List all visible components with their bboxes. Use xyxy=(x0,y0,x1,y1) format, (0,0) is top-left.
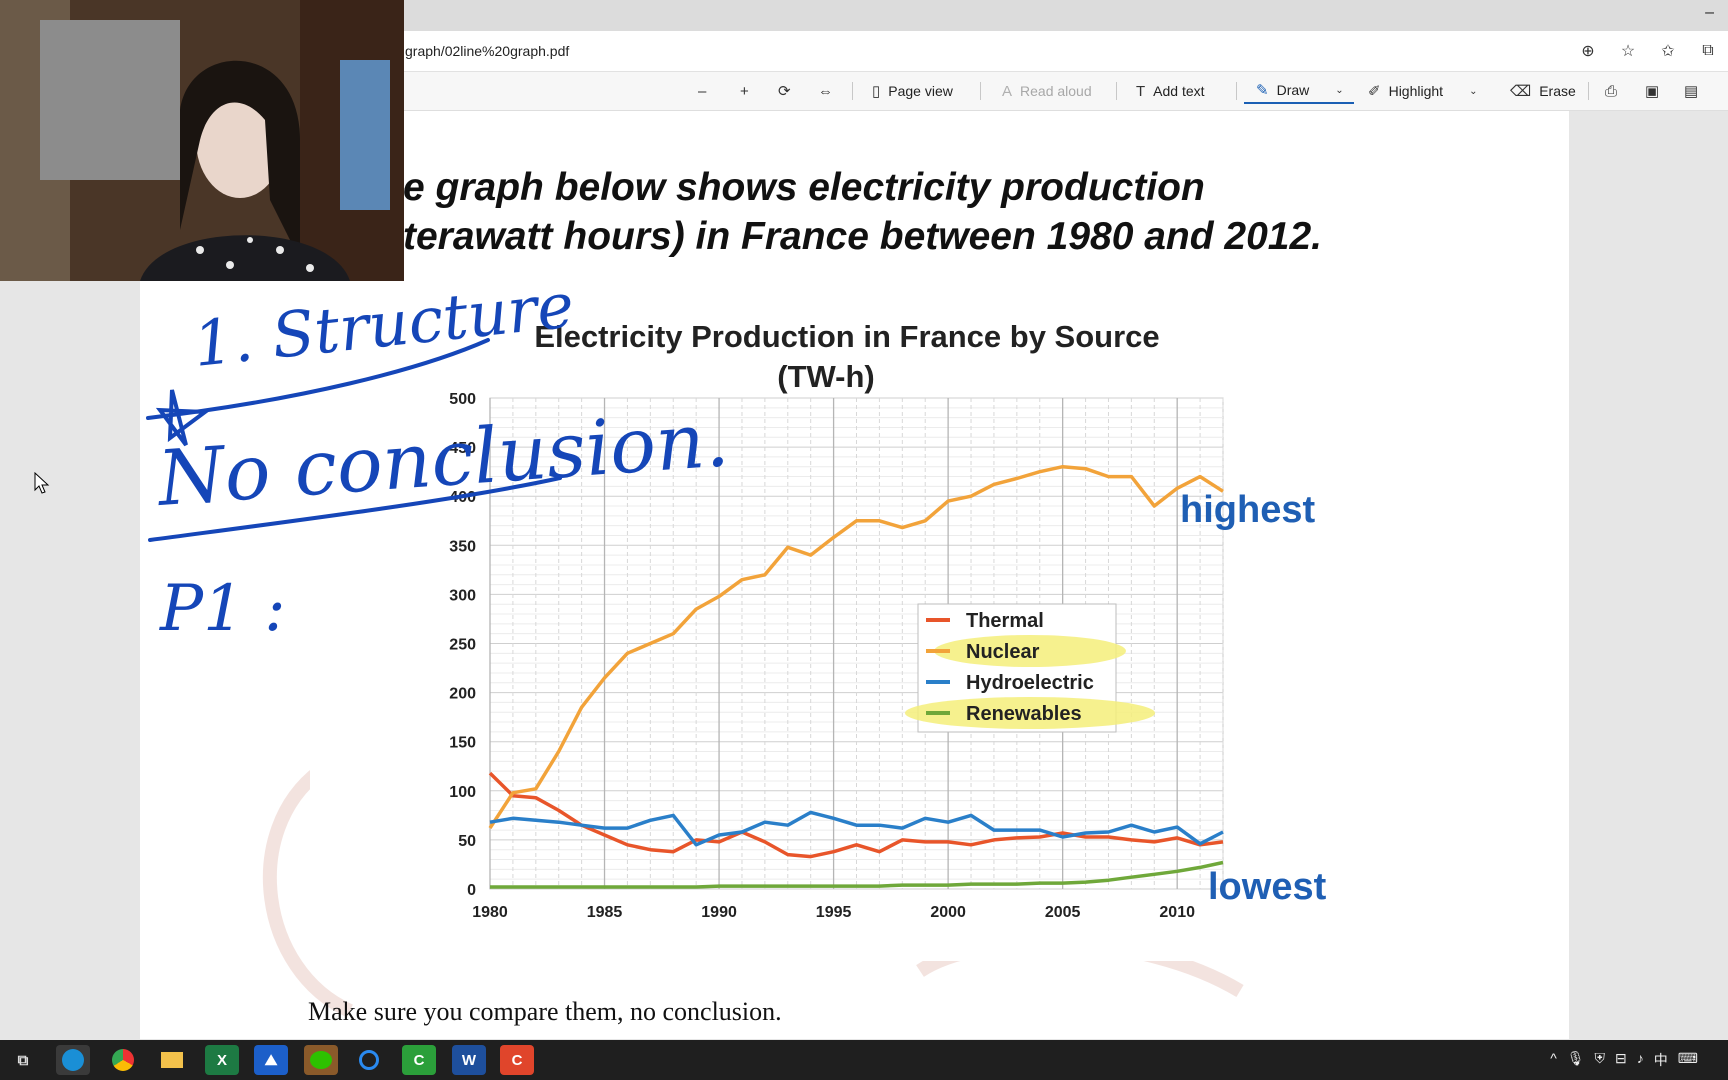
task-view-icon[interactable]: ⧉ xyxy=(6,1045,40,1075)
recorder-icon[interactable]: C xyxy=(500,1045,534,1075)
camtasia-icon[interactable]: C xyxy=(402,1045,436,1075)
no-conclusion-note: No conclusion. xyxy=(153,394,731,523)
lowest-label: lowest xyxy=(1208,866,1327,908)
file-explorer-icon[interactable] xyxy=(155,1045,189,1075)
highest-label: highest xyxy=(1180,489,1315,531)
system-tray: ^ 🎙 ⛨ ⊟ ♪ 中 ⌨ xyxy=(1550,1050,1698,1070)
volume-icon[interactable]: ♪ xyxy=(1637,1050,1644,1070)
chrome-icon[interactable] xyxy=(106,1045,140,1075)
microphone-icon[interactable]: 🎙 xyxy=(1567,1050,1585,1070)
mouse-cursor-icon xyxy=(34,472,50,494)
keyboard-icon[interactable]: ⌨ xyxy=(1678,1050,1698,1070)
search-app-icon[interactable] xyxy=(352,1045,386,1075)
structure-note: 1. Structure xyxy=(190,268,577,381)
excel-icon[interactable]: X xyxy=(205,1045,239,1075)
caption-text: Make sure you compare them, no conclusio… xyxy=(308,997,782,1026)
chevron-up-icon[interactable]: ^ xyxy=(1550,1050,1557,1070)
webcam-overlay xyxy=(0,0,404,281)
network-icon[interactable]: ⊟ xyxy=(1615,1050,1627,1070)
webcam-video xyxy=(0,0,404,281)
edge-icon[interactable] xyxy=(56,1045,90,1075)
security-icon[interactable]: ⛨ xyxy=(1595,1050,1606,1070)
wechat-icon[interactable] xyxy=(304,1045,338,1075)
word-icon[interactable]: W xyxy=(452,1045,486,1075)
taskbar: ⧉ X ⛰ C W C ^ 🎙 ⛨ ⊟ ♪ 中 ⌨ xyxy=(0,1040,1728,1080)
ime-icon[interactable]: 中 xyxy=(1654,1050,1668,1070)
photos-icon[interactable]: ⛰ xyxy=(254,1045,288,1075)
p1-note: P1 : xyxy=(159,572,286,646)
